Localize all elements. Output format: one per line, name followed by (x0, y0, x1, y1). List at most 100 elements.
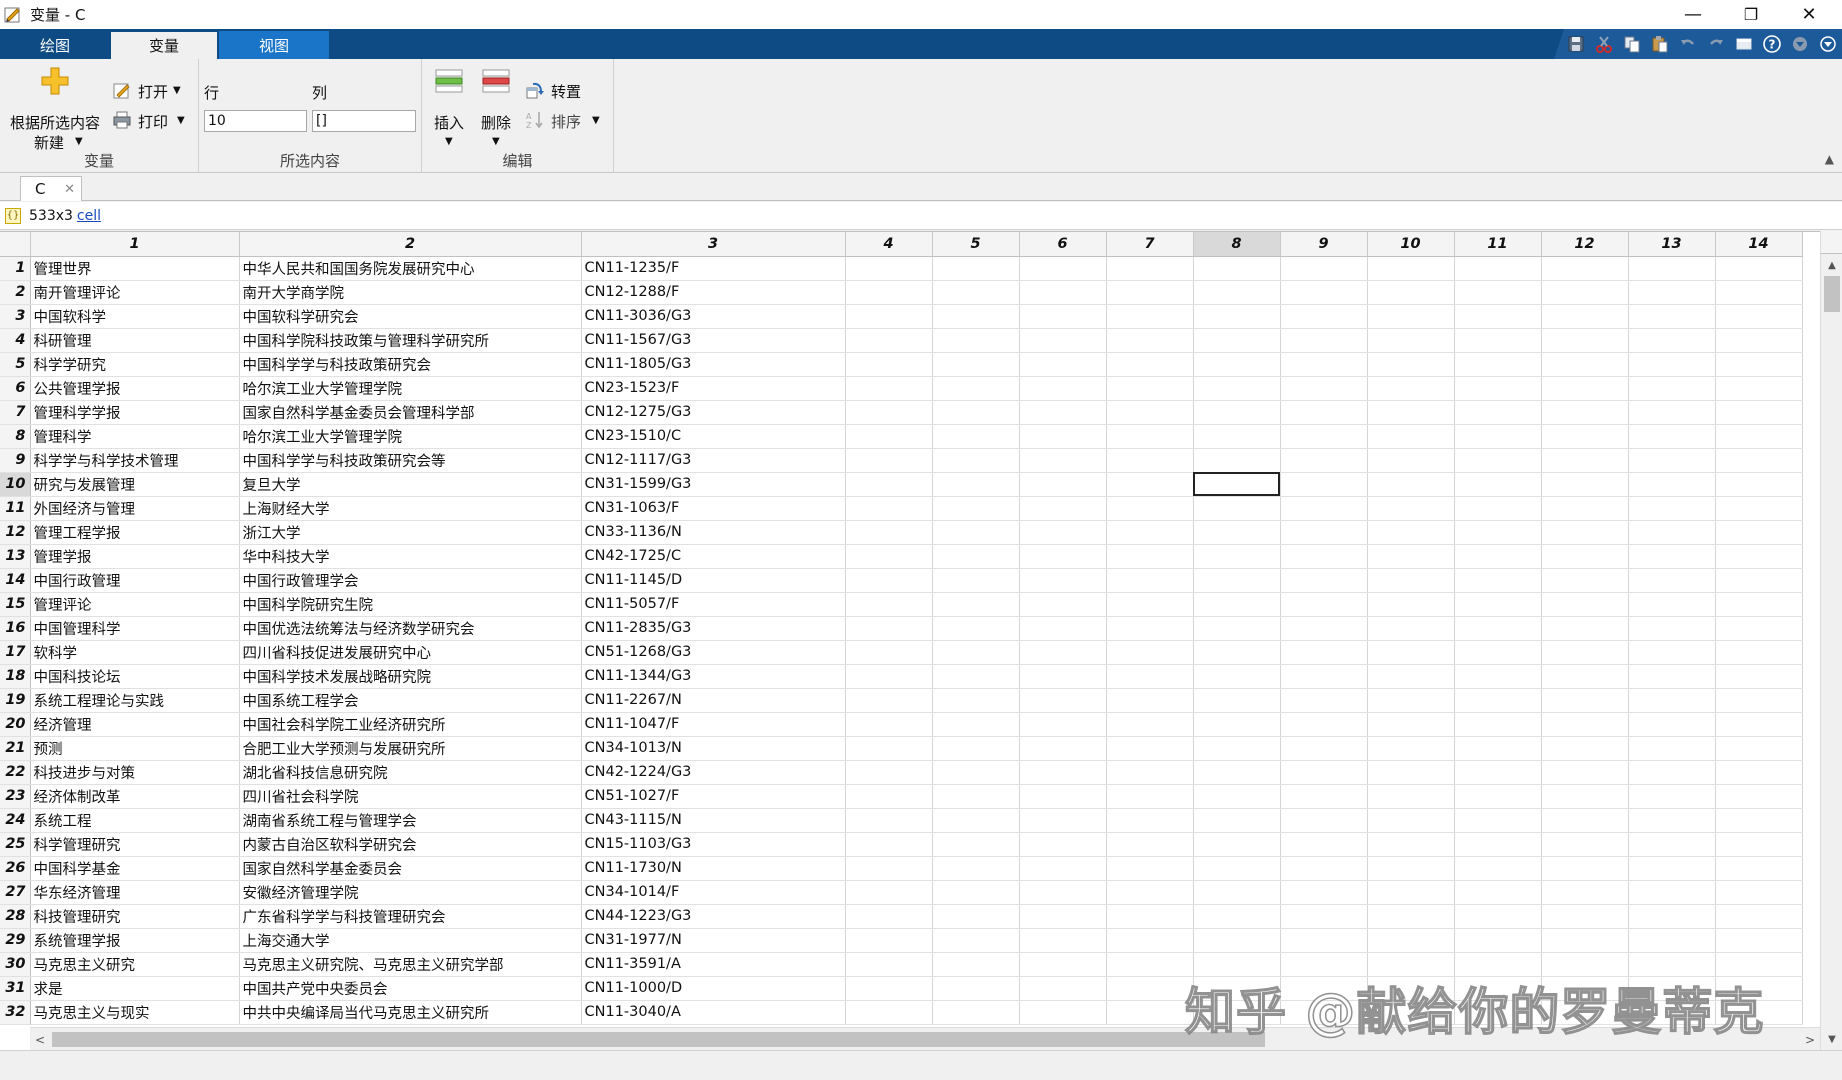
scroll-up-icon[interactable]: ▲ (1821, 256, 1842, 274)
grid-cell[interactable] (1628, 760, 1716, 785)
grid-cell[interactable]: 中国系统工程学会 (239, 688, 582, 713)
grid-cell[interactable]: CN51-1268/G3 (581, 640, 846, 665)
row-selection-input[interactable] (204, 110, 307, 132)
grid-cell[interactable] (1454, 520, 1542, 545)
grid-cell[interactable] (932, 976, 1020, 1001)
grid-cell[interactable] (845, 808, 933, 833)
grid-cell[interactable] (1019, 280, 1107, 305)
grid-cell[interactable] (1019, 592, 1107, 617)
grid-cell[interactable] (1280, 400, 1368, 425)
column-header-10[interactable]: 10 (1367, 232, 1455, 257)
grid-cell[interactable] (1193, 424, 1281, 449)
row-header[interactable]: 24 (0, 808, 31, 833)
grid-cell[interactable] (1106, 616, 1194, 641)
grid-cell[interactable] (1193, 496, 1281, 521)
grid-cell[interactable] (1628, 688, 1716, 713)
grid-cell[interactable]: 管理学报 (30, 544, 240, 569)
grid-cell[interactable] (1367, 784, 1455, 809)
grid-cell[interactable] (1106, 832, 1194, 857)
grid-cell[interactable]: 研究与发展管理 (30, 472, 240, 497)
row-header[interactable]: 31 (0, 976, 31, 1001)
grid-cell[interactable]: CN11-1344/G3 (581, 664, 846, 689)
grid-cell[interactable]: CN12-1288/F (581, 280, 846, 305)
grid-cell[interactable] (1280, 424, 1368, 449)
grid-cell[interactable] (1193, 448, 1281, 473)
grid-cell[interactable]: 中国行政管理 (30, 568, 240, 593)
insert-button[interactable]: 插入 ▼ (430, 64, 468, 152)
column-header-6[interactable]: 6 (1019, 232, 1107, 257)
grid-cell[interactable]: 外国经济与管理 (30, 496, 240, 521)
scroll-right-icon[interactable]: > (1800, 1028, 1820, 1051)
grid-cell[interactable] (845, 352, 933, 377)
grid-cell[interactable] (845, 304, 933, 329)
row-header[interactable]: 15 (0, 592, 31, 617)
document-tab-c[interactable]: C ✕ (20, 176, 82, 201)
grid-cell[interactable] (1019, 976, 1107, 1001)
grid-cell[interactable] (1193, 856, 1281, 881)
grid-cell[interactable]: CN11-1047/F (581, 712, 846, 737)
grid-cell[interactable] (1193, 520, 1281, 545)
grid-cell[interactable] (1454, 544, 1542, 569)
grid-cell[interactable] (1541, 448, 1629, 473)
grid-cell[interactable]: CN34-1014/F (581, 880, 846, 905)
grid-cell[interactable] (1367, 664, 1455, 689)
grid-cell[interactable] (932, 688, 1020, 713)
grid-cell[interactable] (1454, 880, 1542, 905)
grid-cell[interactable] (932, 640, 1020, 665)
grid-cell[interactable] (1541, 256, 1629, 281)
row-header[interactable]: 19 (0, 688, 31, 713)
grid-cell[interactable] (1715, 256, 1803, 281)
grid-cell[interactable] (1454, 472, 1542, 497)
grid-cell[interactable] (1454, 904, 1542, 929)
grid-cell[interactable]: CN15-1103/G3 (581, 832, 846, 857)
grid-cell[interactable] (1367, 472, 1455, 497)
grid-cell[interactable] (1367, 904, 1455, 929)
grid-cell[interactable] (1454, 712, 1542, 737)
grid-cell[interactable] (1193, 736, 1281, 761)
grid-cell[interactable] (1715, 760, 1803, 785)
grid-cell[interactable] (1019, 952, 1107, 977)
grid-cell[interactable] (1628, 304, 1716, 329)
grid-cell[interactable] (1628, 904, 1716, 929)
grid-cell[interactable]: 科技进步与对策 (30, 760, 240, 785)
grid-cell[interactable] (1715, 568, 1803, 593)
grid-cell[interactable] (1454, 352, 1542, 377)
grid-cell[interactable] (1106, 568, 1194, 593)
grid-cell[interactable] (1715, 856, 1803, 881)
grid-cell[interactable]: 中国管理科学 (30, 616, 240, 641)
grid-cell[interactable]: 经济管理 (30, 712, 240, 737)
grid-cell[interactable]: CN11-5057/F (581, 592, 846, 617)
grid-cell[interactable] (1280, 904, 1368, 929)
grid-cell[interactable]: 经济体制改革 (30, 784, 240, 809)
grid-cell[interactable] (1541, 352, 1629, 377)
grid-cell[interactable] (932, 448, 1020, 473)
grid-cell[interactable]: 管理工程学报 (30, 520, 240, 545)
grid-cell[interactable] (1628, 376, 1716, 401)
grid-cell[interactable] (1193, 328, 1281, 353)
column-header-1[interactable]: 1 (30, 232, 240, 257)
grid-cell[interactable]: 马克思主义研究院、马克思主义研究学部 (239, 952, 582, 977)
grid-cell[interactable] (1454, 640, 1542, 665)
grid-cell[interactable] (1280, 376, 1368, 401)
grid-cell[interactable]: 南开大学商学院 (239, 280, 582, 305)
options-icon[interactable] (1786, 31, 1814, 57)
row-header[interactable]: 7 (0, 400, 31, 425)
open-button[interactable]: 打开 ▼ (112, 79, 192, 103)
grid-cell[interactable] (1541, 664, 1629, 689)
scroll-left-icon[interactable]: < (30, 1028, 50, 1051)
grid-cell[interactable] (1193, 712, 1281, 737)
grid-cell[interactable] (845, 280, 933, 305)
grid-cell[interactable] (1628, 712, 1716, 737)
grid-cell[interactable]: 浙江大学 (239, 520, 582, 545)
grid-cell[interactable] (845, 448, 933, 473)
grid-cell[interactable] (1541, 520, 1629, 545)
grid-cell[interactable] (1106, 736, 1194, 761)
grid-cell[interactable] (1280, 664, 1368, 689)
copy-icon[interactable] (1618, 31, 1646, 57)
column-header-8[interactable]: 8 (1193, 232, 1281, 257)
grid-cell[interactable] (1280, 928, 1368, 953)
grid-cell[interactable] (1367, 616, 1455, 641)
grid-cell[interactable] (1715, 400, 1803, 425)
maximize-button[interactable]: ❐ (1722, 0, 1780, 29)
grid-cell[interactable] (1106, 928, 1194, 953)
